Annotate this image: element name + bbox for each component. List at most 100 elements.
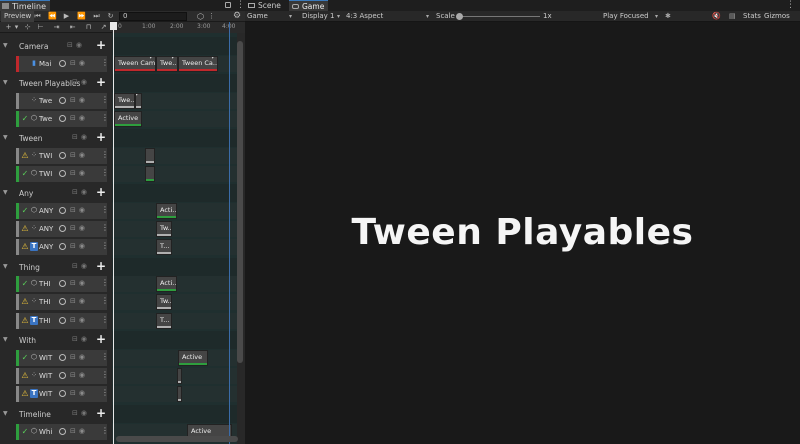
mute-icon[interactable]: 🔇 — [712, 11, 721, 22]
track-row[interactable]: ✓ ⬡ ANY ⊟◉ ⋮ — [16, 203, 109, 219]
playhead[interactable] — [113, 22, 114, 444]
add-to-group-icon[interactable]: + — [96, 406, 106, 420]
frame-field[interactable]: 0 — [119, 12, 187, 21]
add-to-group-icon[interactable]: + — [96, 38, 106, 52]
timeline-clip[interactable]: Twe... — [114, 93, 135, 109]
timeline-clip[interactable]: Tw... — [156, 294, 172, 310]
add-to-group-icon[interactable]: + — [96, 332, 106, 346]
track-row[interactable]: ▮ Mai ⊟◉ ⋮ — [16, 56, 109, 72]
snap-icon[interactable]: ⇤ — [68, 23, 77, 32]
lock-icon[interactable] — [225, 2, 231, 8]
goto-start-icon[interactable]: ⏮ — [33, 12, 42, 21]
track-menu-icon[interactable]: ⋮ — [101, 296, 109, 305]
track-row[interactable]: ✓ ⬡ WIT ⊟◉ ⋮ — [16, 350, 109, 366]
stats-button[interactable]: Stats — [743, 11, 761, 22]
collapse-arrow-icon[interactable]: ▼ — [3, 79, 8, 86]
record-icon[interactable] — [59, 225, 66, 232]
track-row[interactable]: ✓ ⬡ Twe ⊟◉ ⋮ — [16, 111, 109, 127]
record-icon[interactable] — [59, 243, 66, 250]
track-row[interactable]: ⁘ Twe ⊟◉ ⋮ — [16, 93, 109, 109]
aspect-dropdown[interactable]: 4:3 Aspect — [346, 11, 383, 22]
track-row[interactable]: ⚠ ⁘ WIT ⊟◉ ⋮ — [16, 368, 109, 384]
record-icon[interactable] — [59, 354, 66, 361]
goto-end-icon[interactable]: ⏭ — [92, 12, 101, 21]
track-row[interactable]: ⚠ ⁘ THI ⊟◉ ⋮ — [16, 294, 109, 310]
timeline-clip[interactable]: ▼ — [135, 93, 142, 109]
timeline-clip[interactable]: Active — [114, 111, 142, 127]
add-track-caret-icon[interactable]: ▾ — [12, 23, 21, 32]
scale-slider-track[interactable] — [460, 16, 540, 17]
track-menu-icon[interactable]: ⋮ — [101, 241, 109, 250]
group-tween[interactable]: ▼ Tween ⊟◉ + — [0, 129, 112, 147]
timeline-clip[interactable]: Tween Cam... ▼ — [114, 56, 156, 72]
record-icon[interactable] — [59, 390, 66, 397]
track-menu-icon[interactable]: ⋮ — [101, 223, 109, 232]
track-row[interactable]: ✓ ⬡ Whi ⊟◉ ⋮ — [16, 424, 109, 440]
record-icon[interactable] — [59, 97, 66, 104]
timeline-clip[interactable]: Active — [178, 350, 208, 366]
timeline-clip[interactable]: T... — [156, 239, 172, 255]
window-menu-icon[interactable]: ⋮ — [786, 0, 795, 10]
timeline-clip[interactable] — [145, 148, 155, 164]
record-icon[interactable] — [59, 60, 66, 67]
timeline-clip[interactable] — [145, 166, 155, 182]
curve-icon[interactable]: ↗ — [99, 23, 108, 32]
scale-slider-knob[interactable] — [456, 13, 463, 20]
gizmos-button[interactable]: Gizmos — [764, 11, 790, 22]
timeline-clip[interactable] — [177, 386, 182, 402]
track-menu-icon[interactable]: ⋮ — [101, 278, 109, 287]
track-menu-icon[interactable]: ⋮ — [101, 58, 109, 67]
timeline-tab[interactable]: Timeline — [0, 0, 51, 11]
tab-game[interactable]: Game — [289, 0, 329, 11]
add-to-group-icon[interactable]: + — [96, 185, 106, 199]
track-menu-icon[interactable]: ⋮ — [101, 315, 109, 324]
timeline-clip[interactable]: T... — [156, 313, 172, 329]
edit-mode-icon[interactable]: ⊹ — [23, 23, 32, 32]
group-any[interactable]: ▼ Any ⊟◉ + — [0, 184, 112, 202]
timeline-clip[interactable] — [177, 368, 182, 384]
record-icon[interactable] — [59, 170, 66, 177]
collapse-arrow-icon[interactable]: ▼ — [3, 189, 8, 196]
record-icon[interactable] — [59, 298, 66, 305]
group-with[interactable]: ▼ With ⊟◉ + — [0, 331, 112, 349]
track-menu-icon[interactable]: ⋮ — [101, 205, 109, 214]
track-row[interactable]: ✓ ⬡ TWI ⊟◉ ⋮ — [16, 166, 109, 182]
replace-icon[interactable]: ⇥ — [52, 23, 61, 32]
timeline-clip[interactable]: Tw... — [156, 221, 172, 237]
track-menu-icon[interactable]: ⋮ — [101, 113, 109, 122]
ripple-icon[interactable]: ⊢ — [36, 23, 45, 32]
timeline-clip[interactable]: Acti... — [156, 276, 177, 292]
track-menu-icon[interactable]: ⋮ — [101, 426, 109, 435]
play-mode-dropdown[interactable]: Play Focused — [603, 11, 649, 22]
asset-icon[interactable]: ⬡ — [197, 12, 204, 21]
track-menu-icon[interactable]: ⋮ — [101, 352, 109, 361]
tab-scene[interactable]: Scene — [245, 0, 285, 11]
add-to-group-icon[interactable]: + — [96, 130, 106, 144]
track-row[interactable]: ⚠ T WIT ⊟◉ ⋮ — [16, 386, 109, 402]
track-row[interactable]: ⚠ T THI ⊟◉ ⋮ — [16, 313, 109, 329]
prev-frame-icon[interactable]: ⏪ — [48, 12, 57, 21]
group-timeline[interactable]: ▼ Timeline ⊟◉ + — [0, 405, 112, 423]
track-row[interactable]: ⚠ ⁘ TWI ⊟◉ ⋮ — [16, 148, 109, 164]
stats-chart-icon[interactable]: ▤ — [729, 11, 736, 22]
track-row[interactable]: ⚠ T ANY ⊟◉ ⋮ — [16, 239, 109, 255]
record-icon[interactable] — [59, 372, 66, 379]
record-icon[interactable] — [59, 115, 66, 122]
game-view[interactable]: Tween Playables — [245, 22, 800, 444]
record-icon[interactable] — [59, 280, 66, 287]
record-icon[interactable] — [59, 152, 66, 159]
horizontal-scrollbar[interactable] — [116, 436, 238, 442]
time-ruler[interactable]: 0 1:00 2:00 3:00 4:00 — [112, 22, 245, 33]
group-thing[interactable]: ▼ Thing ⊟◉ + — [0, 258, 112, 276]
record-icon[interactable] — [59, 428, 66, 435]
collapse-arrow-icon[interactable]: ▼ — [3, 263, 8, 270]
next-frame-icon[interactable]: ⏩ — [77, 12, 86, 21]
bug-icon[interactable]: ✱ — [665, 11, 671, 22]
preview-button[interactable]: Preview — [1, 11, 35, 22]
record-icon[interactable] — [59, 317, 66, 324]
window-menu-icon[interactable]: ⋮ — [236, 0, 245, 10]
track-row[interactable]: ✓ ⬡ THI ⊟◉ ⋮ — [16, 276, 109, 292]
group-camera[interactable]: ▼ Camera ⊟◉ + — [0, 37, 112, 55]
group-tween-playables[interactable]: ▼ Tween Playables ⊟◉ + — [0, 74, 112, 92]
track-menu-icon[interactable]: ⋮ — [101, 150, 109, 159]
